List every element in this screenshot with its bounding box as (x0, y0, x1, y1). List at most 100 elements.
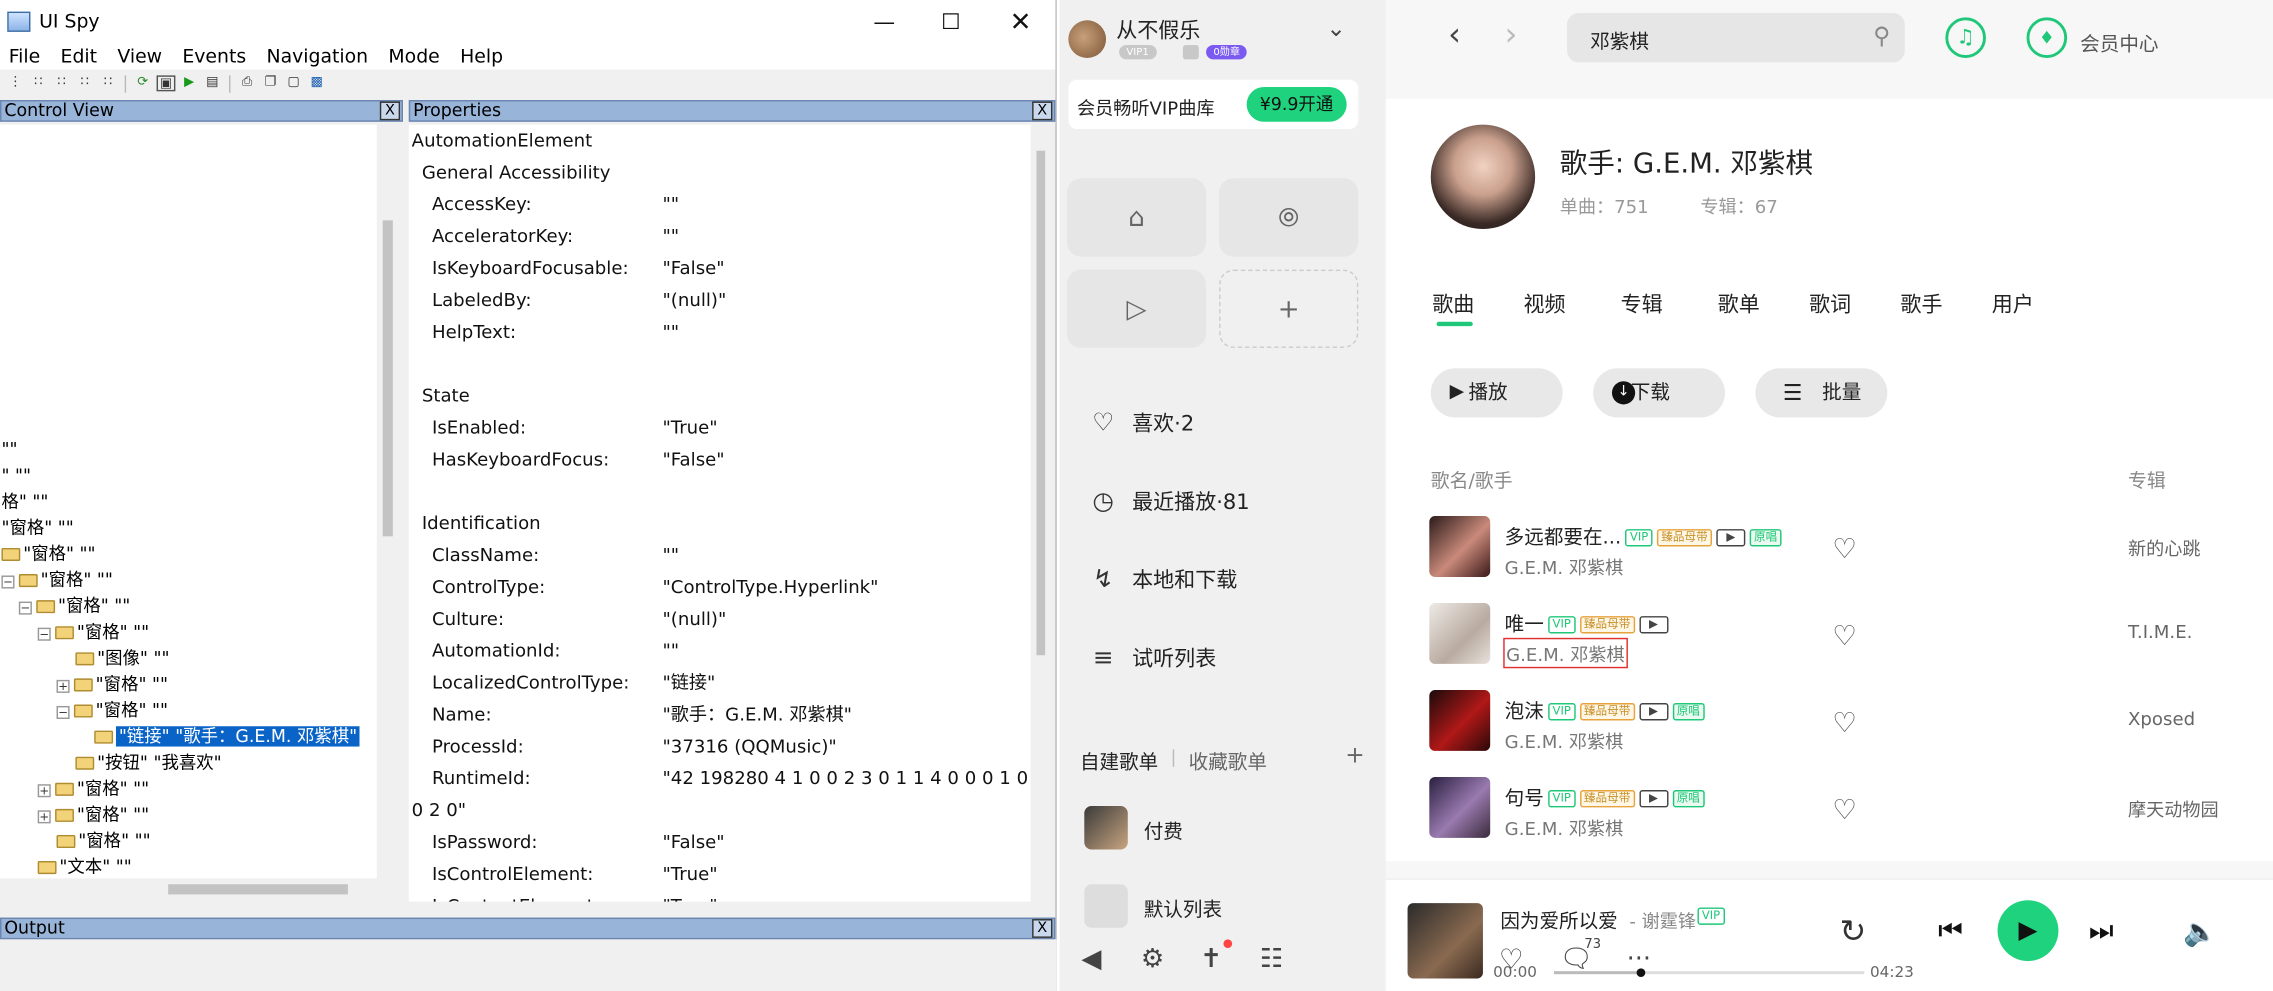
property-row[interactable]: IsEnabled: "True" (432, 412, 718, 444)
song-album[interactable]: 新的心跳 (2128, 533, 2201, 561)
property-row[interactable]: ProcessId: "37316 (QQMusic)" (432, 731, 837, 763)
heart-icon[interactable]: ♡ (1832, 794, 1857, 826)
tree-node[interactable]: " "" (1, 464, 31, 487)
song-title[interactable]: 唯一 (1505, 613, 1544, 636)
song-row[interactable]: 句号 VIP 臻品母带 ▶ 原唱 G.E.M. 邓紫棋 ♡ 摩天动物园 (1386, 776, 2273, 861)
tree-node[interactable]: "窗格" "" (56, 829, 151, 852)
song-album[interactable]: 摩天动物园 (2128, 794, 2219, 822)
song-artist-link[interactable]: G.E.M. 邓紫棋 (1505, 813, 1624, 841)
menu-mode[interactable]: Mode (378, 46, 450, 68)
song-album[interactable]: T.I.M.E. (2128, 620, 2192, 642)
tree-node[interactable]: − "窗格" "" (1, 568, 113, 591)
expand-icon[interactable]: + (37, 784, 51, 798)
menu-file[interactable]: File (0, 46, 50, 68)
search-box[interactable]: 邓紫棋 ⚲ (1567, 13, 1905, 63)
tree-node[interactable]: + "窗格" "" (37, 803, 149, 826)
tree-hscroll-thumb[interactable] (168, 884, 348, 895)
close-window-button[interactable]: ✕ (987, 0, 1054, 43)
search-input[interactable]: 邓紫棋 (1590, 25, 1649, 53)
tree-node[interactable]: "按钮" "我喜欢" (75, 751, 222, 774)
collapse-icon[interactable]: − (1, 575, 15, 589)
song-title[interactable]: 多远都要在... (1505, 526, 1622, 549)
tab-users[interactable]: 用户 (1992, 288, 2034, 318)
discover-button[interactable]: ⦾ (1219, 178, 1359, 257)
heart-icon[interactable]: ♡ (1832, 707, 1857, 739)
heart-icon[interactable]: ♡ (1832, 533, 1857, 565)
song-artist-link[interactable]: G.E.M. 邓紫棋 (1505, 726, 1624, 754)
previous-icon[interactable]: ⏮ (1938, 915, 1963, 947)
video-button[interactable]: ▷ (1066, 269, 1207, 348)
now-playing-cover[interactable] (1407, 903, 1483, 979)
nav-trial-list[interactable]: ≡ 试听列表 (1089, 642, 1216, 673)
playlist-default[interactable]: 默认列表 (1144, 893, 1222, 922)
properties-panel[interactable]: AutomationElement General Accessibility Ac… (408, 124, 1031, 902)
tree-node[interactable]: − "窗格" "" (37, 620, 149, 643)
download-button[interactable]: ↓ 下载 (1593, 368, 1726, 418)
menu-edit[interactable]: Edit (50, 46, 107, 68)
song-artist-link[interactable]: G.E.M. 邓紫棋 (1503, 637, 1628, 669)
refresh-icon[interactable]: ⟳ (133, 75, 152, 91)
mv-icon[interactable]: ▶ (1638, 616, 1668, 634)
playlist-paid[interactable]: 付费 (1144, 815, 1183, 843)
close-control-view-button[interactable]: X (379, 101, 401, 121)
play-all-button[interactable]: ▶ 播放 (1430, 368, 1563, 418)
property-row[interactable]: HelpText: "" (432, 316, 679, 348)
tab-albums[interactable]: 专辑 (1621, 288, 1663, 318)
property-row[interactable]: RuntimeId: "42 198280 4 1 0 0 2 3 0 1 1 4… (432, 762, 1031, 794)
menu-events[interactable]: Events (172, 46, 256, 68)
game-icon[interactable]: ☷ (1260, 944, 1283, 974)
property-row[interactable]: 0 2 0" (412, 794, 466, 826)
tab-artists[interactable]: 歌手 (1900, 288, 1942, 318)
back-arrow-icon[interactable]: ‹ (1448, 17, 1461, 53)
song-cover[interactable] (1429, 603, 1491, 664)
minimize-button[interactable]: — (851, 0, 918, 43)
tree-parent-icon[interactable]: ∷ (29, 75, 48, 91)
song-cover[interactable] (1429, 690, 1491, 751)
play-icon[interactable]: ▶ (180, 75, 199, 91)
heart-icon[interactable]: ♡ (1832, 620, 1857, 652)
property-row[interactable]: Name: "歌手：G.E.M. 邓紫棋" (432, 699, 852, 731)
collapse-sidebar-icon[interactable]: ◀ (1081, 944, 1101, 974)
song-row[interactable]: 唯一 VIP 臻品母带 ▶ G.E.M. 邓紫棋 ♡ T.I.M.E. (1386, 603, 2273, 687)
tree-first-child-icon[interactable]: ∷ (52, 75, 71, 91)
nav-local-download[interactable]: ↯ 本地和下载 (1089, 564, 1237, 594)
collapse-icon[interactable]: − (37, 627, 51, 641)
mv-icon[interactable]: ▶ (1716, 529, 1746, 547)
close-output-button[interactable]: X (1032, 919, 1053, 938)
tree-node[interactable]: + "窗格" "" (37, 777, 149, 800)
song-row[interactable]: 多远都要在... VIP 臻品母带 ▶ 原唱 G.E.M. 邓紫棋 ♡ 新的心跳 (1386, 516, 2273, 600)
tab-lyrics[interactable]: 歌词 (1809, 288, 1851, 318)
now-playing-title[interactable]: 因为爱所以爱 (1500, 905, 1617, 933)
tree-last-child-icon[interactable]: ∷ (99, 75, 118, 91)
property-row[interactable]: IsKeyboardFocusable: "False" (432, 252, 725, 284)
property-row[interactable]: IsContentElement: "True" (432, 890, 718, 901)
progress-track[interactable] (1553, 968, 1865, 978)
copy-icon[interactable]: ❐ (261, 75, 280, 91)
tree-node[interactable]: + "窗格" "" (56, 673, 168, 696)
tree-node[interactable]: "" (1, 438, 17, 461)
search-icon[interactable]: ⚲ (1873, 22, 1890, 50)
tree-scroll-thumb[interactable] (382, 220, 393, 537)
mv-icon[interactable]: ▶ (1638, 790, 1668, 808)
song-cover[interactable] (1429, 516, 1491, 577)
menu-navigation[interactable]: Navigation (256, 46, 378, 68)
progress-knob[interactable] (1636, 968, 1646, 978)
mv-icon[interactable]: ▶ (1638, 703, 1668, 721)
menu-help[interactable]: Help (450, 46, 513, 68)
maximize-button[interactable]: ☐ (918, 0, 985, 43)
song-row[interactable]: 泡沫 VIP 臻品母带 ▶ 原唱 G.E.M. 邓紫棋 ♡ Xposed (1386, 690, 2273, 774)
property-row[interactable]: AutomationElement (412, 125, 593, 157)
tree-node[interactable]: "窗格" "" (1, 516, 73, 539)
tree-node[interactable]: "窗格" "" (1, 542, 96, 565)
tree-vertical-scrollbar[interactable] (376, 124, 401, 879)
music-note-icon[interactable]: ♫ (1945, 17, 1986, 58)
nav-favorites[interactable]: ♡ 喜欢·2 (1089, 407, 1194, 438)
print-icon[interactable]: ⎙ (238, 75, 257, 91)
properties-scrollbar[interactable] (1030, 124, 1054, 902)
tree-node[interactable]: 格" "" (1, 490, 48, 513)
property-row[interactable]: State (422, 380, 470, 412)
skin-icon[interactable]: ✝ (1200, 944, 1222, 974)
add-shortcut-button[interactable]: + (1219, 269, 1359, 348)
property-row[interactable]: ClassName: "" (432, 539, 679, 571)
property-row[interactable]: ControlType: "ControlType.Hyperlink" (432, 571, 879, 603)
